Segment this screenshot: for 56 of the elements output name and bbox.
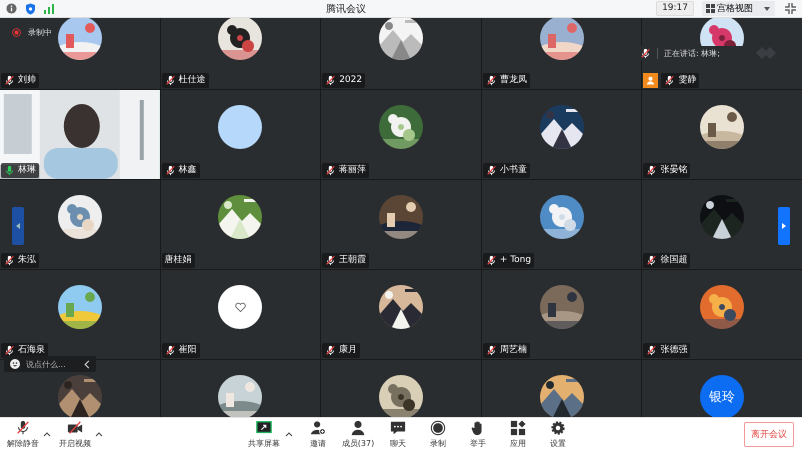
shield-icon[interactable] (25, 2, 36, 14)
heart-icon (234, 302, 246, 312)
participant-name: + Tong (482, 253, 534, 268)
toolbar-button[interactable]: 解除静音 (4, 420, 42, 449)
clock-time: 19:17 (656, 1, 694, 16)
toolbar-button[interactable]: 成员(37) (338, 420, 378, 449)
participant-name: 曹龙凤 (482, 73, 530, 88)
toolbar-button[interactable]: 录制 (418, 420, 458, 449)
right-arrow-icon (782, 223, 786, 229)
recording-icon (12, 28, 21, 37)
toolbar-button[interactable]: 共享屏幕 (244, 420, 284, 449)
participant-name: 王朝霞 (322, 253, 370, 268)
participant-name: 张晏铭 (643, 163, 690, 178)
participant-name: 徐国超 (643, 253, 690, 268)
participant-name: 小书童 (482, 163, 530, 178)
caret-icon[interactable] (284, 431, 294, 438)
participant-name: 雯静 (661, 73, 700, 88)
muted-mic-icon (640, 48, 651, 58)
window-title: 腾讯会议 (326, 4, 366, 14)
participant-name: 林琳 (1, 163, 39, 178)
toolbar-button[interactable]: 举手 (458, 420, 498, 449)
participant-name: 林鑫 (162, 163, 200, 178)
toolbar-button[interactable]: 应用 (498, 420, 538, 449)
view-button[interactable]: 宫格视图 (702, 1, 775, 16)
collapse-icon[interactable] (84, 360, 90, 368)
person-icon (646, 76, 656, 85)
participant-name: 康月 (322, 343, 360, 358)
participant-name: 张德强 (643, 343, 690, 358)
signal-icon[interactable] (44, 4, 55, 14)
grid-icon (706, 4, 715, 13)
info-icon[interactable] (6, 3, 17, 14)
participant-name: 朱泓 (1, 253, 39, 268)
next-page-button[interactable] (778, 207, 790, 245)
recording-label: 录制中 (28, 27, 52, 38)
participant-name: 2022 (322, 73, 366, 88)
left-arrow-icon (16, 223, 20, 229)
participant-name: 唐桂娟 (162, 253, 195, 268)
chat-input[interactable]: 说点什么... (26, 358, 78, 370)
participant-name: 杜仕途 (162, 73, 209, 88)
emoji-icon[interactable] (10, 359, 20, 369)
toolbar-button[interactable]: 邀请 (298, 420, 338, 449)
participant-name: 蒋丽萍 (322, 163, 370, 178)
participant-name: 崔阳 (162, 343, 200, 358)
leave-meeting-button[interactable]: 离开会议 (744, 422, 794, 447)
avatar-initials: 银玲 (700, 375, 744, 417)
speaker-label: 正在讲话: 林琳; (657, 48, 720, 58)
participant-name: 周艺楠 (482, 343, 530, 358)
toolbar-button[interactable]: 开启视频 (56, 420, 94, 449)
caret-icon (763, 6, 771, 12)
toolbar-button[interactable]: 聊天 (378, 420, 418, 449)
participant-name: 刘帅 (1, 73, 39, 88)
previous-page-button[interactable] (12, 207, 24, 245)
caret-icon[interactable] (42, 431, 52, 438)
toolbar-button[interactable]: 设置 (538, 420, 578, 449)
exit-fullscreen-icon[interactable] (785, 3, 796, 14)
caret-icon[interactable] (94, 431, 104, 438)
